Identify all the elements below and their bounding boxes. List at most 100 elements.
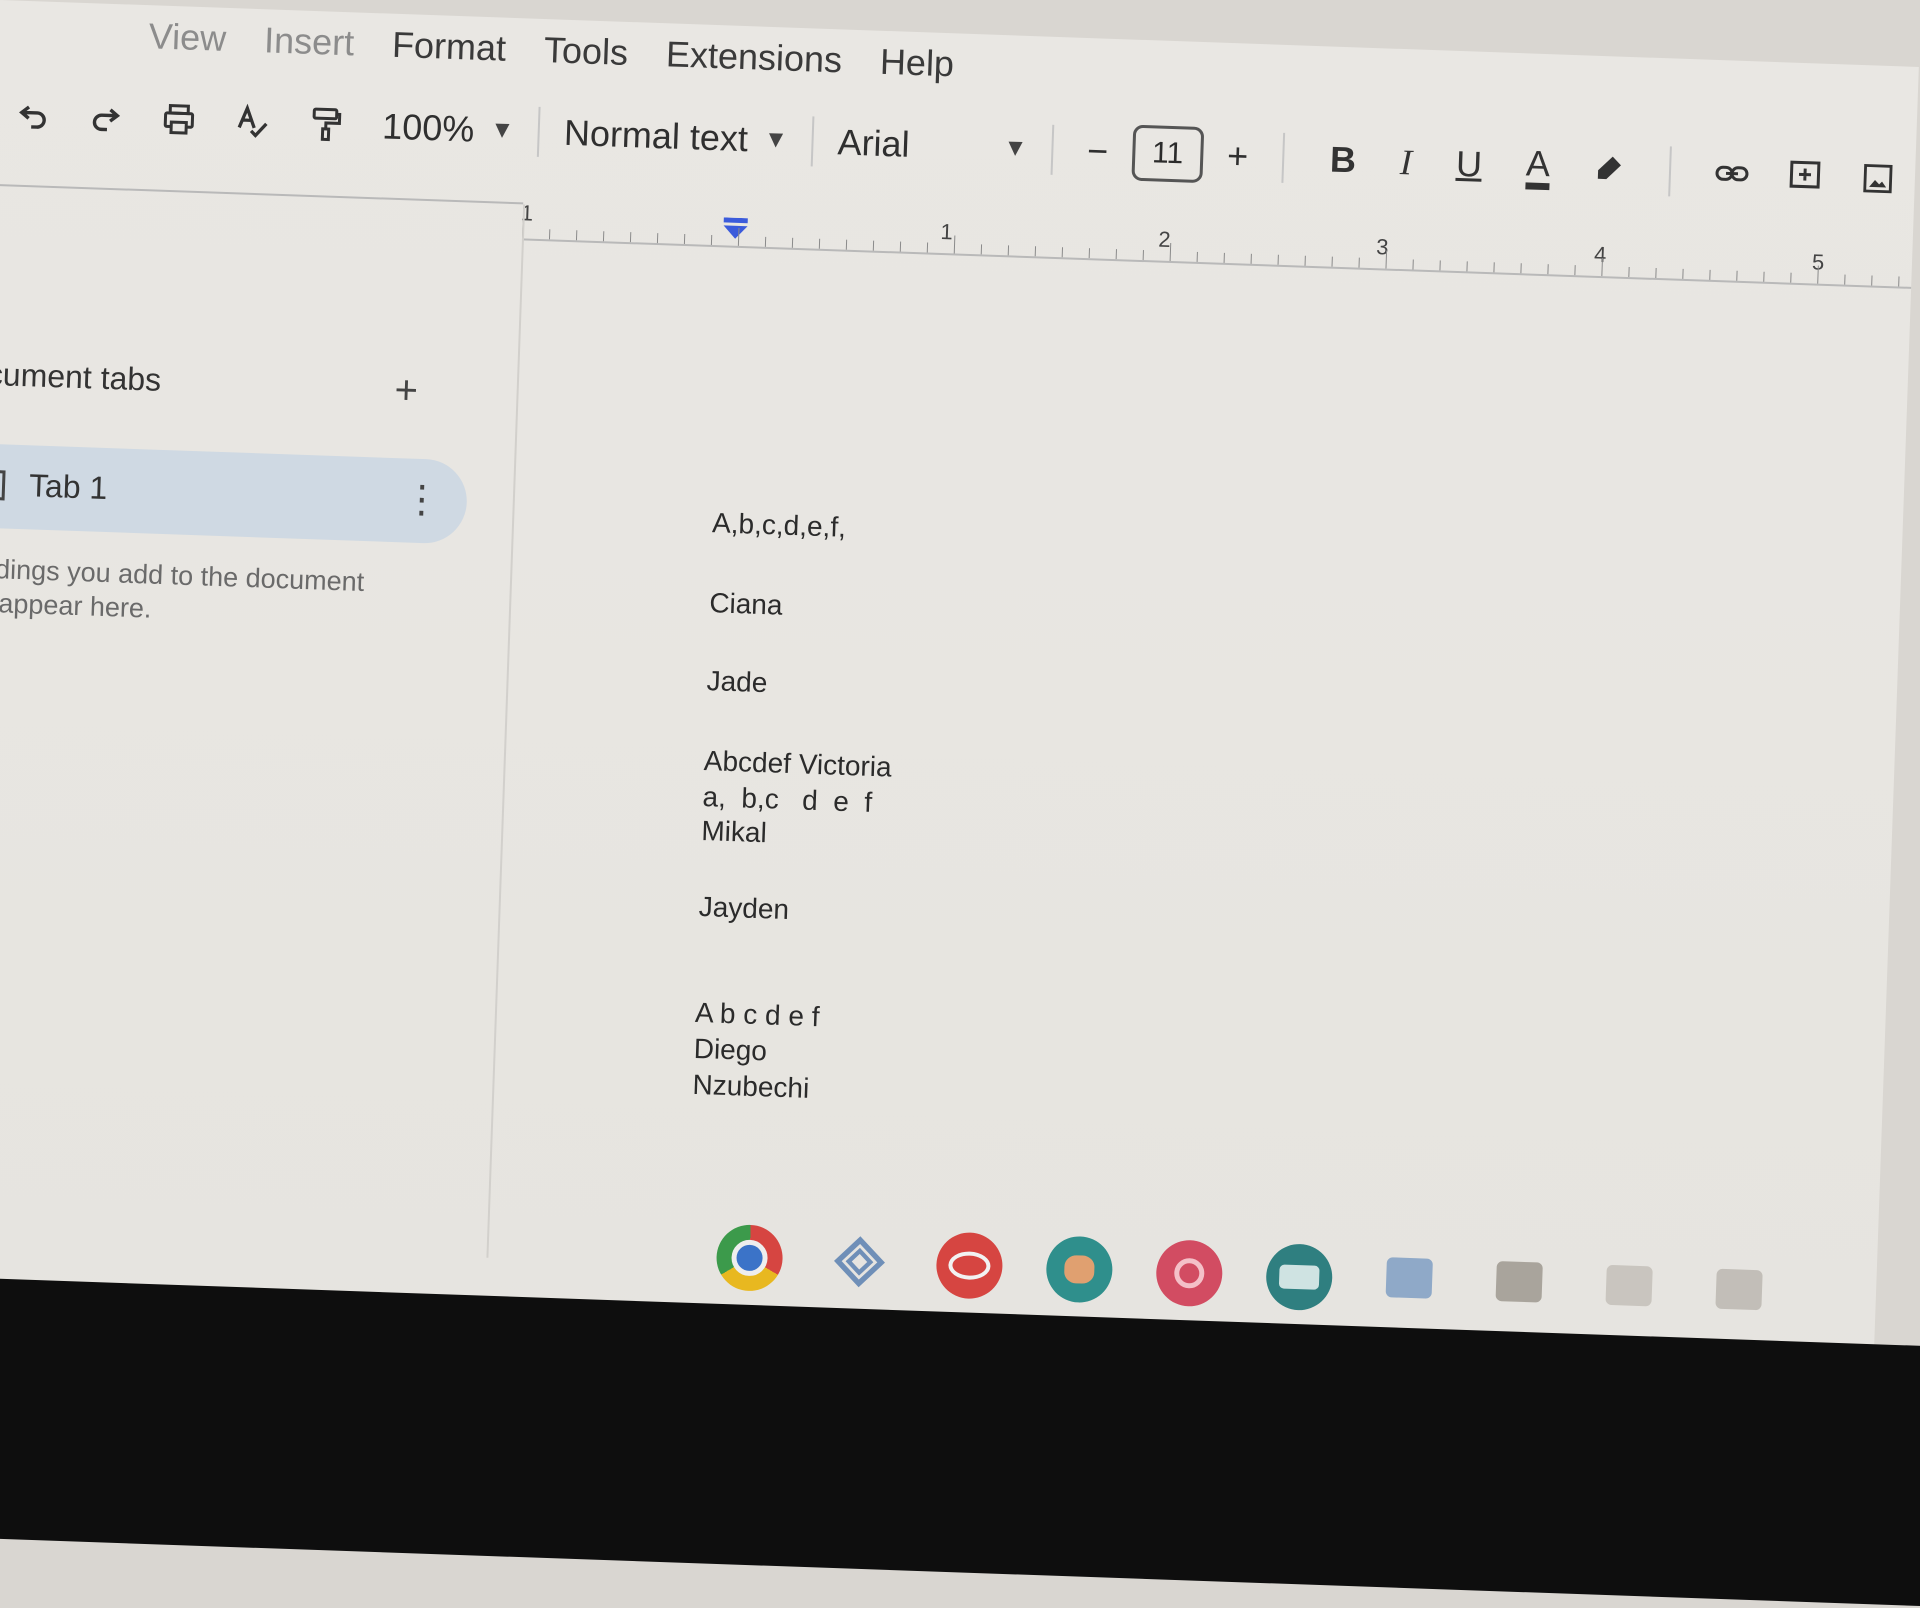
chrome-center	[730, 1239, 769, 1277]
document-line[interactable]: A b c d e f	[695, 997, 821, 1033]
ruler-tick	[656, 233, 659, 244]
document-line[interactable]: Ciana	[709, 587, 783, 622]
ruler-tick	[1250, 253, 1252, 264]
toolbar-divider	[1050, 124, 1055, 175]
ruler-tick	[1682, 268, 1684, 279]
font-dropdown[interactable]: Arial ▼	[837, 121, 1028, 170]
app-icon-pen[interactable]	[1605, 1264, 1653, 1307]
ruler-tick	[710, 234, 713, 245]
ruler-tick	[1520, 263, 1522, 274]
ruler-tick	[1655, 267, 1657, 278]
zoom-dropdown[interactable]: 100% ▼	[382, 105, 515, 152]
app-icon-gallery[interactable]	[1495, 1261, 1543, 1303]
ruler-tick	[548, 229, 551, 240]
app-icon-grid[interactable]	[1385, 1257, 1433, 1299]
app-icon-pink-mark	[1173, 1257, 1205, 1289]
ruler-tick	[1142, 250, 1144, 261]
document-icon	[0, 469, 6, 501]
document-line[interactable]: A,b,c,d,e,f,	[712, 507, 847, 544]
indent-marker-icon[interactable]	[722, 217, 749, 240]
ruler-tick	[1115, 249, 1117, 260]
style-dropdown[interactable]: Normal text ▼	[563, 112, 788, 162]
chevron-down-icon: ▼	[1003, 134, 1028, 162]
ruler-tick	[953, 235, 956, 254]
style-value: Normal text	[563, 111, 749, 160]
bold-button[interactable]: B	[1329, 139, 1356, 182]
ruler-tick	[1196, 251, 1198, 262]
menu-format[interactable]: Format	[391, 24, 506, 70]
chrome-icon[interactable]	[715, 1223, 784, 1293]
document-line[interactable]: Nzubechi	[692, 1069, 810, 1105]
toolbar-divider	[810, 116, 815, 167]
redo-icon[interactable]	[82, 93, 129, 141]
print-icon[interactable]	[156, 96, 203, 144]
ruler-tick	[1304, 255, 1306, 266]
app-icon-pink[interactable]	[1155, 1239, 1224, 1308]
ruler-tick	[764, 236, 767, 247]
menu-view[interactable]: View	[148, 15, 227, 60]
font-size-input[interactable]: 11	[1131, 124, 1205, 184]
document-page[interactable]: A,b,c,d,e,f, Ciana Jade Abcdef Victoria …	[486, 238, 1911, 1306]
ruler-tick	[818, 238, 821, 249]
ruler-tick	[980, 244, 983, 255]
menu-extensions[interactable]: Extensions	[665, 33, 842, 81]
font-value: Arial	[836, 121, 911, 165]
app-icon-blue[interactable]	[825, 1228, 893, 1296]
ruler-tick	[1034, 246, 1037, 257]
add-tab-button[interactable]: +	[394, 368, 419, 414]
ruler-tick	[1871, 275, 1873, 286]
ruler-tick	[791, 237, 794, 248]
document-line[interactable]: Mikal	[701, 815, 767, 849]
ruler-tick	[845, 239, 848, 250]
menu-insert[interactable]: Insert	[263, 19, 354, 64]
ruler-tick	[1439, 260, 1441, 271]
app-icon-teal-cat[interactable]	[1045, 1235, 1114, 1304]
document-tabs-sidebar: cument tabs + Tab 1 ⋮ adings you add to …	[0, 185, 526, 1258]
menu-help[interactable]: Help	[879, 41, 954, 86]
ruler-tick	[1628, 267, 1630, 278]
spellcheck-icon[interactable]	[229, 98, 276, 146]
ruler-tick	[602, 231, 605, 242]
decrease-font-size-button[interactable]: −	[1086, 130, 1109, 173]
tab-1-label: Tab 1	[28, 467, 108, 507]
document-line[interactable]: Jayden	[698, 891, 789, 926]
ruler-tick	[1412, 259, 1414, 270]
ruler-tick	[1007, 245, 1010, 256]
tab-options-button[interactable]: ⋮	[402, 476, 442, 522]
highlighter-icon[interactable]	[1585, 145, 1632, 193]
document-line[interactable]: Abcdef Victoria	[703, 745, 892, 784]
ruler-tick	[1331, 256, 1333, 267]
ruler-tick	[629, 232, 632, 243]
ruler-tick	[1493, 262, 1495, 273]
paint-format-icon[interactable]	[302, 101, 349, 149]
ruler-tick	[1277, 254, 1279, 265]
link-icon[interactable]	[1708, 150, 1755, 198]
italic-button[interactable]: I	[1399, 141, 1412, 183]
chevron-down-icon: ▼	[489, 116, 515, 145]
ruler-tick	[1088, 248, 1091, 259]
ruler-tick	[899, 241, 902, 252]
app-icon-calc[interactable]	[1715, 1268, 1763, 1311]
underline-button[interactable]: U	[1455, 143, 1482, 186]
app-icon-red[interactable]	[935, 1231, 1004, 1300]
ruler-tick	[1763, 271, 1765, 282]
chevron-down-icon: ▼	[763, 125, 789, 154]
menu-tools[interactable]: Tools	[543, 29, 628, 74]
sidebar-title: cument tabs	[0, 355, 162, 398]
document-line[interactable]: Jade	[706, 665, 768, 699]
ruler-tick	[575, 230, 578, 241]
app-icon-teal-card-mark	[1278, 1264, 1320, 1290]
increase-font-size-button[interactable]: +	[1226, 135, 1248, 178]
app-icon-teal-card[interactable]	[1265, 1242, 1334, 1312]
ruler-tick	[1547, 264, 1549, 275]
ruler-number: 4	[1593, 241, 1607, 268]
insert-image-icon[interactable]	[1855, 155, 1902, 203]
document-line[interactable]: a, b,c d e f	[702, 781, 873, 819]
ruler-tick	[1709, 269, 1711, 280]
document-line[interactable]: Diego	[693, 1033, 767, 1068]
text-color-button[interactable]: A	[1525, 142, 1551, 190]
undo-icon[interactable]	[9, 90, 56, 138]
ruler-tick	[926, 242, 929, 253]
tab-1[interactable]: Tab 1 ⋮	[0, 443, 469, 545]
add-comment-icon[interactable]	[1782, 152, 1829, 200]
